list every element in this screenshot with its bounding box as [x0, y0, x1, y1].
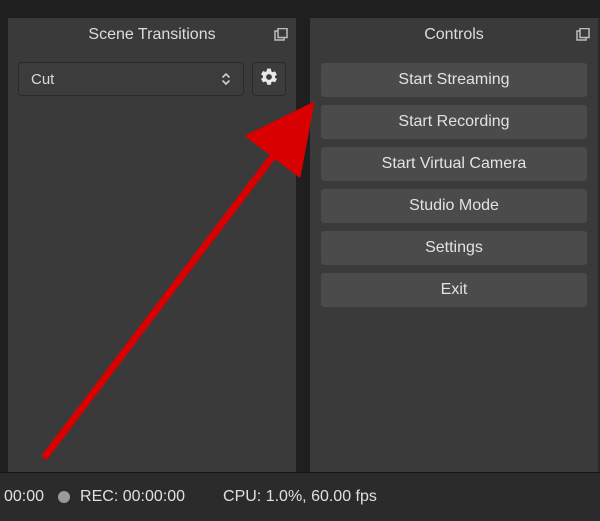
button-label: Start Streaming: [398, 71, 509, 89]
scene-transitions-title: Scene Transitions: [88, 26, 215, 43]
settings-button[interactable]: Settings: [320, 230, 588, 266]
left-gap: [0, 18, 8, 472]
transition-combo-value: Cut: [31, 71, 54, 88]
start-streaming-button[interactable]: Start Streaming: [320, 62, 588, 98]
scene-transitions-header: Scene Transitions: [8, 18, 296, 52]
button-label: Settings: [425, 239, 483, 257]
controls-title: Controls: [424, 26, 484, 43]
status-rec-group: REC: 00:00:00: [58, 488, 185, 506]
button-label: Start Recording: [398, 113, 509, 131]
scene-transitions-panel: Scene Transitions Cut: [8, 18, 296, 472]
status-left-partial: 00:00: [0, 488, 44, 506]
status-bar: 00:00 REC: 00:00:00 CPU: 1.0%, 60.00 fps: [0, 472, 600, 521]
record-dot-icon: [58, 491, 70, 503]
top-gap: [0, 0, 600, 18]
gear-icon: [259, 67, 279, 91]
status-cpu-label: CPU:: [223, 488, 261, 505]
popout-icon[interactable]: [574, 26, 592, 44]
status-cpu-value: 1.0%, 60.00 fps: [266, 488, 377, 505]
status-cpu-group: CPU: 1.0%, 60.00 fps: [223, 488, 377, 506]
transition-settings-button[interactable]: [252, 62, 286, 96]
studio-mode-button[interactable]: Studio Mode: [320, 188, 588, 224]
popout-icon[interactable]: [272, 26, 290, 44]
updown-icon: [217, 71, 235, 87]
button-label: Exit: [441, 281, 468, 299]
controls-header: Controls: [310, 18, 598, 52]
start-recording-button[interactable]: Start Recording: [320, 104, 588, 140]
controls-panel: Controls Start Streaming Start Recording…: [310, 18, 598, 472]
status-partial-time: 00:00: [4, 488, 44, 506]
exit-button[interactable]: Exit: [320, 272, 588, 308]
transition-combo[interactable]: Cut: [18, 62, 244, 96]
button-label: Start Virtual Camera: [382, 155, 527, 173]
status-rec-label: REC:: [80, 488, 118, 505]
status-rec-time: 00:00:00: [123, 488, 185, 505]
start-virtual-camera-button[interactable]: Start Virtual Camera: [320, 146, 588, 182]
button-label: Studio Mode: [409, 197, 499, 215]
mid-gap: [296, 18, 310, 472]
